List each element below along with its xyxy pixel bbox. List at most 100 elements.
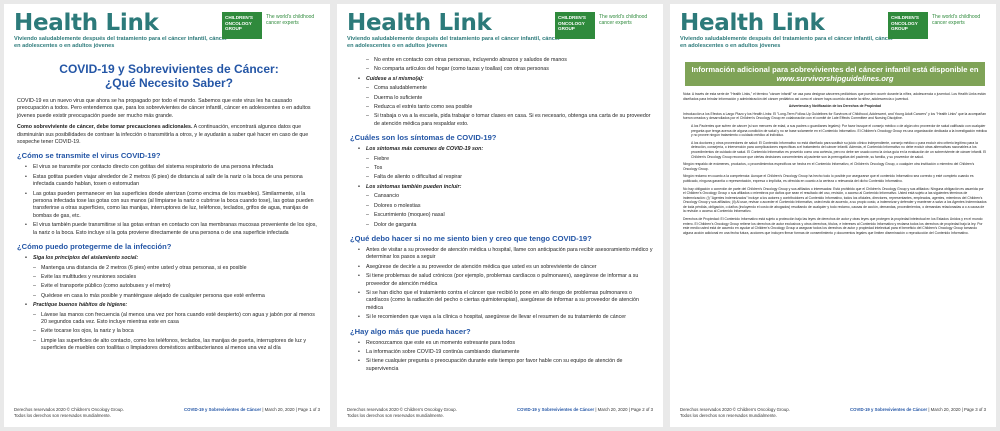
footer-doc-title: COVID-19 y Sobrevivientes de Cáncer <box>517 407 595 412</box>
protection-list: Siga los principios del aislamiento soci… <box>25 255 321 263</box>
brand-subtitle: Viviendo saludablemente después del trat… <box>347 36 561 49</box>
page-footer: Derechos reservados 2020 © Children's On… <box>680 407 988 423</box>
transmission-list: El virus se transmite por contacto direc… <box>25 164 321 237</box>
footer-date: | March 20, 2020 | <box>594 407 632 412</box>
document-title: COVID-19 y Sobrevivientes de Cáncer: ¿Qu… <box>17 62 321 90</box>
list-item: Reconozcamos que este es un momento estr… <box>358 340 654 348</box>
section-heading: ¿Cómo se transmite el virus COVID-19? <box>17 151 161 161</box>
tagline: The world's childhood cancer experts <box>599 14 648 26</box>
list-item: Las gotas pueden permanecer en las super… <box>25 191 321 221</box>
intro-paragraph: COVID-19 es un nuevo virus que ahora se … <box>17 98 311 119</box>
page-content: Información adicional para sobreviviente… <box>683 56 987 407</box>
legal-paragraph: No hay obligación o conexión de parte de… <box>683 186 987 214</box>
page-header: Health Link Viviendo saludablemente desp… <box>347 10 655 56</box>
legal-paragraph: Ningún respaldo de exámenes, productos, … <box>683 162 975 171</box>
contact-list: No entre en contacto con otras personas,… <box>366 57 654 74</box>
selfcare-heading-list: Cuídese a sí mismo(a): <box>358 76 654 84</box>
list-item: Lávese las manos con frecuencia (al meno… <box>33 312 321 327</box>
page-number: Page 3 of 3 <box>964 407 986 412</box>
footer-right: COVID-19 y Sobrevivientes de Cáncer | Ma… <box>517 407 653 413</box>
cog-logo: CHILDREN'S ONCOLOGY GROUP <box>888 12 928 39</box>
list-item: Falta de aliento o dificultad al respira… <box>366 174 654 182</box>
list-item: Duerma lo suficiente <box>366 95 654 103</box>
cog-logo: CHILDREN'S ONCOLOGY GROUP <box>555 12 595 39</box>
document-page-2: Health Link Viviendo saludablemente desp… <box>337 4 663 427</box>
list-item: Dolores o molestias <box>366 203 654 211</box>
subheading: Los síntomas más comunes de COVID-19 son… <box>358 146 654 154</box>
page-footer: Derechos reservados 2020 © Children's On… <box>14 407 322 423</box>
page-header: Health Link Viviendo saludablemente desp… <box>680 10 988 56</box>
footer-right: COVID-19 y Sobrevivientes de Cáncer | Ma… <box>850 407 986 413</box>
list-item: Evite las multitudes y reuniones sociale… <box>33 274 321 282</box>
page-number: Page 1 of 3 <box>298 407 320 412</box>
list-item: Limpie las superficies de alto contacto,… <box>33 338 321 353</box>
list-item: No entre en contacto con otras personas,… <box>366 57 654 65</box>
isolation-list: Mantenga una distancia de 2 metros (6 pi… <box>33 265 321 301</box>
precautions-bold: Como sobreviviente de cáncer, debe tomar… <box>17 124 193 131</box>
section-heading: ¿Hay algo más que pueda hacer? <box>350 326 471 336</box>
page-content: No entre en contacto con otras personas,… <box>350 56 654 407</box>
page-content: COVID-19 y Sobrevivientes de Cáncer: ¿Qu… <box>17 56 321 407</box>
subheading: Practique buenos hábitos de higiene: <box>25 302 321 310</box>
title-line-2: ¿Qué Necesito Saber? <box>104 76 234 90</box>
list-item: Antes de visitar a su proveedor de atenc… <box>358 247 654 262</box>
other-symptoms-heading-list: Los síntomas también pueden incluir: <box>358 184 654 192</box>
list-item: Cansancio <box>366 193 654 201</box>
legal-heading: Advertencia y Notificación de los Derech… <box>788 104 882 109</box>
rights: Todos los derechos son reservados mundia… <box>14 412 111 418</box>
legal-paragraph: A los Pacientes que sufren de cáncer (si… <box>691 123 987 138</box>
legal-paragraph: Derechos de Propiedad: El Contenido Info… <box>683 217 983 235</box>
other-symptoms-list: Cansancio Dolores o molestias Escurrimie… <box>366 193 654 229</box>
section-heading: ¿Qué debo hacer si no me siento bien y c… <box>350 233 592 243</box>
list-item: Mantenga una distancia de 2 metros (6 pi… <box>33 265 321 273</box>
list-item: El virus se transmite por contacto direc… <box>25 164 321 172</box>
note-paragraph: Nota: A través de esta serie de "Health … <box>683 92 986 101</box>
list-item: El virus también puede transmitirse si l… <box>25 222 321 237</box>
page-number: Page 2 of 3 <box>631 407 653 412</box>
rights: Todos los derechos son reservados mundia… <box>347 412 444 418</box>
banner-url[interactable]: www.survivorshipguidelines.org <box>689 74 981 83</box>
page-footer: Derechos reservados 2020 © Children's On… <box>347 407 655 423</box>
footer-right: COVID-19 y Sobrevivientes de Cáncer | Ma… <box>184 407 320 413</box>
list-item: Si tiene problemas de salud crónicos (po… <box>358 273 654 288</box>
footer-date: | March 20, 2020 | <box>927 407 965 412</box>
list-item: Evite el transporte público (como autobu… <box>33 283 321 291</box>
section-heading: ¿Cómo puedo protegerme de la infección? <box>17 242 172 252</box>
list-item: La información sobre COVID-19 continúa c… <box>358 349 654 357</box>
list-item: Coma saludablemente <box>366 85 654 93</box>
cog-logo: CHILDREN'S ONCOLOGY GROUP <box>222 12 262 39</box>
list-item: Si trabaja o va a la escuela, pida traba… <box>366 113 654 128</box>
list-item: Escurrimiento (moqueo) nasal <box>366 212 654 220</box>
more-list: Reconozcamos que este es un momento estr… <box>358 340 654 374</box>
footer-doc-title: COVID-19 y Sobrevivientes de Cáncer <box>850 407 928 412</box>
rights: Todos los derechos son reservados mundia… <box>680 412 777 418</box>
subheading: Los síntomas también pueden incluir: <box>358 184 654 192</box>
document-page-3: Health Link Viviendo saludablemente desp… <box>670 4 996 427</box>
title-line-1: COVID-19 y Sobrevivientes de Cáncer: <box>59 62 279 76</box>
list-item: Si se han dicho que el tratamiento contr… <box>358 290 654 312</box>
what-to-do-list: Antes de visitar a su proveedor de atenc… <box>358 247 654 322</box>
list-item: Reduzca el estrés tanto como sea posible <box>366 104 654 112</box>
list-item: Evite tocarse los ojos, la nariz y la bo… <box>33 328 321 336</box>
list-item: Estas gotitas pueden viajar alrededor de… <box>25 174 321 189</box>
hygiene-list: Lávese las manos con frecuencia (al meno… <box>33 312 321 353</box>
section-heading: ¿Cuáles son los síntomas de COVID-19? <box>350 133 497 143</box>
list-item: Asegúrese de decirle a su proveedor de a… <box>358 264 654 272</box>
tagline: The world's childhood cancer experts <box>266 14 315 26</box>
list-item: Dolor de garganta <box>366 222 654 230</box>
brand-subtitle: Viviendo saludablemente después del trat… <box>680 36 894 49</box>
legal-paragraph: Introducción a los Efectos a Largo Plazo… <box>683 111 986 121</box>
symptoms-heading-list: Los síntomas más comunes de COVID-19 son… <box>358 146 654 154</box>
list-item: Si tiene cualquier pregunta o preocupaci… <box>358 358 654 373</box>
legal-paragraph: A los doctores y otros proveedores de sa… <box>691 140 987 159</box>
banner-text: Información adicional para sobreviviente… <box>691 65 979 74</box>
document-page-1: Health Link Viviendo saludablemente desp… <box>4 4 330 427</box>
subheading: Cuídese a sí mismo(a): <box>358 76 654 84</box>
legal-paragraph: Ningún reclamo en cuanto a la competenci… <box>683 174 974 183</box>
legal-text: Nota: A través de esta serie de "Health … <box>683 92 987 235</box>
subheading: Siga los principios del aislamiento soci… <box>25 255 321 263</box>
common-symptoms-list: Fiebre Tos Falta de aliento o dificultad… <box>366 156 654 183</box>
brand-subtitle: Viviendo saludablemente después del trat… <box>14 36 228 49</box>
footer-doc-title: COVID-19 y Sobrevivientes de Cáncer <box>184 407 262 412</box>
page-header: Health Link Viviendo saludablemente desp… <box>14 10 322 56</box>
